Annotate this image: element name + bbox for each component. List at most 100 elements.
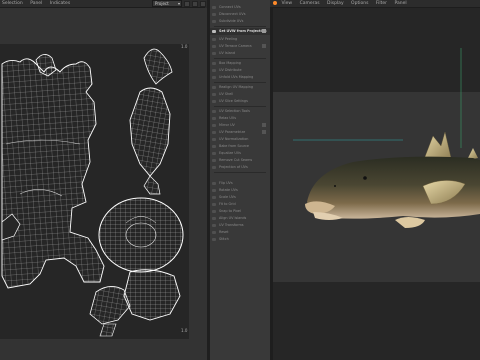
menu-selection[interactable]: Selection xyxy=(2,1,23,6)
tool-icon xyxy=(212,216,216,220)
options-icon[interactable] xyxy=(262,130,266,134)
menu-cameras[interactable]: Cameras xyxy=(300,1,320,6)
tool-item[interactable]: UV Distribute xyxy=(210,67,270,74)
menu-filter[interactable]: Filter xyxy=(376,1,387,6)
tool-icon xyxy=(212,116,216,120)
settings-icon[interactable] xyxy=(200,1,206,7)
menu-panel[interactable]: Panel xyxy=(30,1,42,6)
gear-icon[interactable] xyxy=(262,29,266,33)
tool-item[interactable]: Unfold UVs Mapping xyxy=(210,74,270,81)
divider xyxy=(214,106,266,107)
uv-editor-panel: 1.0 1.0 xyxy=(0,8,207,360)
uv-shell-small[interactable] xyxy=(89,286,131,337)
tool-icon xyxy=(212,92,216,96)
options-icon[interactable] xyxy=(262,44,266,48)
menu-panel[interactable]: Panel xyxy=(394,1,406,6)
tool-item[interactable]: Box Mapping xyxy=(210,60,270,67)
tool-item[interactable]: Projection of UVs xyxy=(210,164,270,171)
uv-tick-bottom: 1.0 xyxy=(181,328,188,333)
grid-icon[interactable] xyxy=(192,1,198,7)
uv-mode-select[interactable]: Project ▾ xyxy=(152,0,182,7)
tool-item[interactable]: UV Slice Settings xyxy=(210,98,270,105)
tool-item[interactable]: UV Terrace Camera xyxy=(210,43,270,50)
uv-shell-body[interactable] xyxy=(1,58,105,289)
tool-icon xyxy=(212,209,216,213)
tool-item[interactable]: Mirror UV xyxy=(210,122,270,129)
uv-shell-fin[interactable] xyxy=(129,48,173,195)
tool-item[interactable]: UV Island xyxy=(210,50,270,57)
tool-item[interactable]: Stitch xyxy=(210,236,270,243)
tool-icon xyxy=(212,123,216,127)
menu-display[interactable]: Display xyxy=(327,1,344,6)
tool-item[interactable]: Rotate UVs xyxy=(210,187,270,194)
tool-item[interactable]: UV Selection Tools xyxy=(210,108,270,115)
tool-icon xyxy=(212,188,216,192)
tool-icon xyxy=(212,19,216,23)
tool-item[interactable]: Remove Cut Seams xyxy=(210,157,270,164)
divider xyxy=(214,58,266,59)
divider xyxy=(214,172,266,173)
tool-item[interactable]: UV Normalization xyxy=(210,136,270,143)
uv-tick-top: 1.0 xyxy=(181,44,188,49)
tool-icon xyxy=(212,230,216,234)
projection-icon xyxy=(212,29,216,33)
tool-icon xyxy=(212,44,216,48)
uv-mode-select-value: Project xyxy=(155,1,169,6)
uv-canvas[interactable] xyxy=(0,44,189,339)
tool-item[interactable]: Snap to Pixel xyxy=(210,208,270,215)
tool-icon xyxy=(212,151,216,155)
tool-item[interactable]: UV Shell xyxy=(210,91,270,98)
tool-icon xyxy=(212,51,216,55)
status-dot-icon xyxy=(273,0,277,5)
3d-viewport[interactable] xyxy=(273,8,480,360)
divider xyxy=(214,26,266,27)
tool-item[interactable]: UV Transforms xyxy=(210,222,270,229)
tool-icon xyxy=(212,137,216,141)
tool-icon xyxy=(212,237,216,241)
tool-item[interactable]: UV Peeling xyxy=(210,36,270,43)
tool-icon xyxy=(212,75,216,79)
menu-options[interactable]: Options xyxy=(351,1,368,6)
fish-model[interactable] xyxy=(273,8,480,360)
tool-icon xyxy=(212,68,216,72)
uv-shell-head[interactable] xyxy=(98,197,184,273)
tool-item[interactable]: Connect UVs xyxy=(210,4,270,11)
tool-item[interactable]: Flip UVs xyxy=(210,180,270,187)
tool-item[interactable]: Equalize UVs xyxy=(210,150,270,157)
uv-map xyxy=(1,48,184,337)
tool-icon xyxy=(212,130,216,134)
tool-item[interactable]: Disconnect UVs xyxy=(210,11,270,18)
tool-icon xyxy=(212,99,216,103)
tool-icon xyxy=(212,109,216,113)
tool-icon xyxy=(212,61,216,65)
tool-item[interactable]: Scale UVs xyxy=(210,194,270,201)
tool-icon xyxy=(212,165,216,169)
menu-indicates[interactable]: Indicates xyxy=(50,1,70,6)
tool-item[interactable]: Fit to Grid xyxy=(210,201,270,208)
uv-shell-jaw[interactable] xyxy=(123,269,181,321)
tool-icon xyxy=(212,144,216,148)
tool-icon xyxy=(212,181,216,185)
tool-icon xyxy=(212,37,216,41)
uv-tools-panel: Connect UVs Disconnect UVs Subdivide UVs… xyxy=(210,0,270,360)
tool-item[interactable]: Realign UV Mapping xyxy=(210,84,270,91)
tool-item[interactable]: Bake from Source xyxy=(210,143,270,150)
tool-icon xyxy=(212,158,216,162)
tool-item[interactable]: Relax UVs xyxy=(210,115,270,122)
lock-icon[interactable] xyxy=(184,1,190,7)
tool-item[interactable]: Reset xyxy=(210,229,270,236)
tool-item[interactable]: Subdivide UVs xyxy=(210,18,270,25)
menu-view[interactable]: View xyxy=(281,1,292,6)
tool-item[interactable]: Align UV Islands xyxy=(210,215,270,222)
options-icon[interactable] xyxy=(262,123,266,127)
tool-icon xyxy=(212,85,216,89)
tool-icon xyxy=(212,223,216,227)
tool-item[interactable]: UV Parametrize xyxy=(210,129,270,136)
viewport-menubar: View Cameras Display Options Filter Pane… xyxy=(270,0,480,8)
tool-icon xyxy=(212,5,216,9)
divider xyxy=(214,82,266,83)
tool-set-uvw-from-projection[interactable]: Set UVW from Projection xyxy=(210,28,270,35)
tool-icon xyxy=(212,195,216,199)
tool-icon xyxy=(212,202,216,206)
chevron-down-icon: ▾ xyxy=(177,1,180,6)
